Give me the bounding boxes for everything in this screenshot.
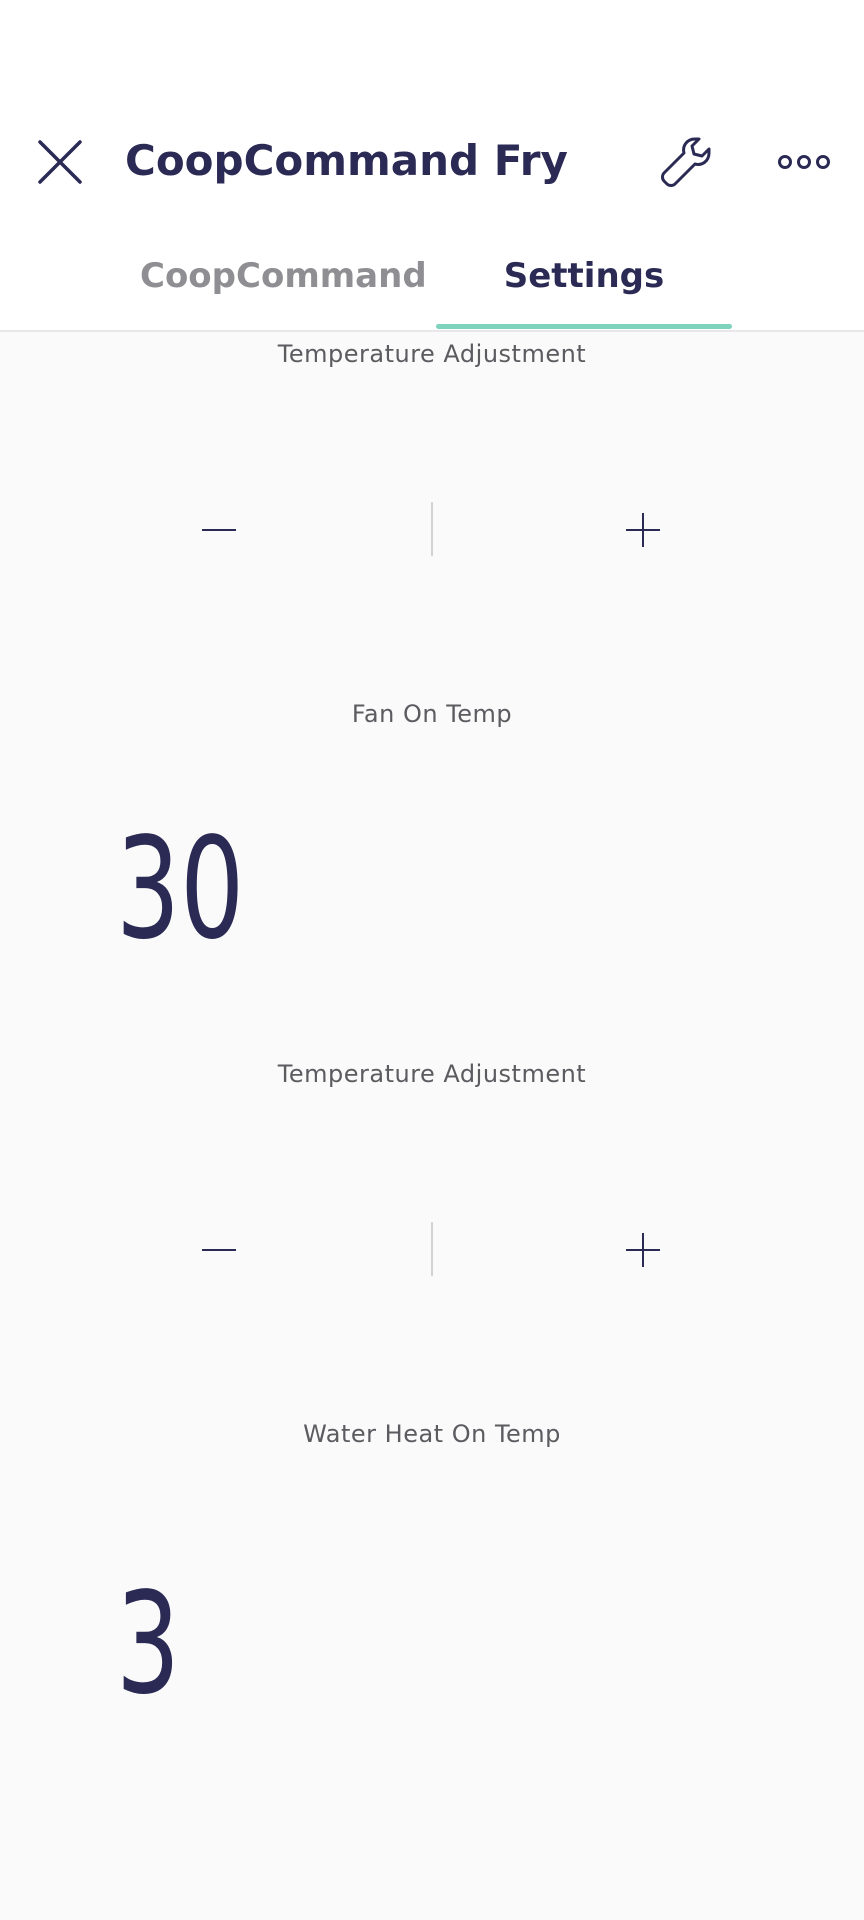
fan-on-temp-label: Fan On Temp (351, 700, 513, 728)
minus-icon (202, 529, 236, 531)
stepper-divider (431, 1222, 433, 1276)
wrench-icon (661, 137, 711, 187)
minus-icon (202, 1249, 236, 1251)
more-icon (778, 155, 830, 169)
temperature-adjustment-label: Temperature Adjustment (277, 340, 587, 368)
tab-coopcommand[interactable]: CoopCommand (140, 256, 427, 296)
stepper-divider (431, 502, 433, 556)
increment-button[interactable] (583, 1210, 703, 1290)
app-header: CoopCommand Fry CoopCommand Settings (0, 0, 864, 332)
fan-on-temp-value: 30 (116, 808, 245, 971)
decrement-button[interactable] (159, 490, 279, 570)
tab-settings[interactable]: Settings (436, 256, 732, 296)
plus-icon (626, 513, 660, 547)
plus-icon (626, 1233, 660, 1267)
close-icon (38, 140, 82, 184)
decrement-button[interactable] (159, 1210, 279, 1290)
page-title: CoopCommand Fry (125, 136, 568, 185)
wrench-button[interactable] (654, 130, 718, 194)
water-heat-on-temp-value: 3 (116, 1563, 181, 1726)
temperature-adjustment-label: Temperature Adjustment (277, 1060, 587, 1088)
active-tab-indicator (436, 324, 732, 329)
close-button[interactable] (28, 130, 92, 194)
increment-button[interactable] (583, 490, 703, 570)
more-options-button[interactable] (772, 130, 836, 194)
water-heat-on-temp-label: Water Heat On Temp (303, 1420, 561, 1448)
